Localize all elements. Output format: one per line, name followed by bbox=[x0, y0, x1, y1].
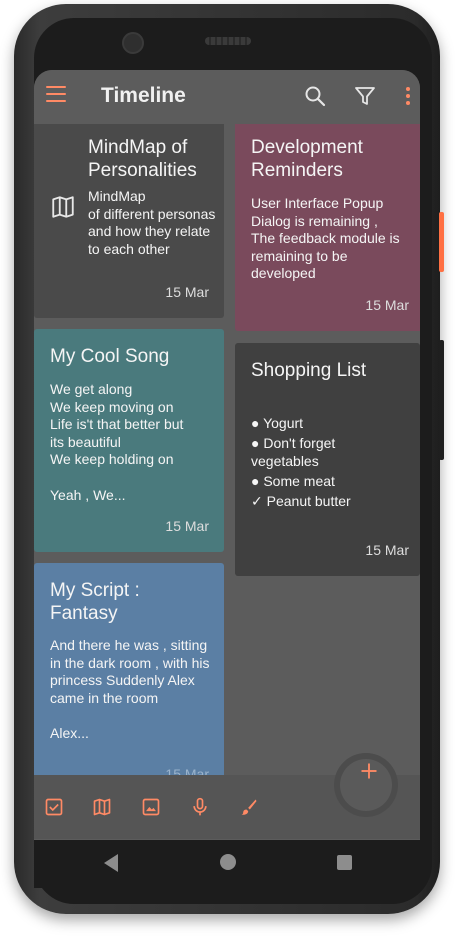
app-bar: Timeline bbox=[34, 70, 420, 124]
more-vert-icon[interactable] bbox=[396, 84, 420, 108]
checklist: ● Yogurt ● Don't forget vegetables ● Som… bbox=[251, 414, 391, 510]
app-screen: Timeline MindMap of Personalities MindMa… bbox=[34, 70, 420, 840]
power-button bbox=[439, 212, 444, 272]
checklist-item[interactable]: ● Yogurt bbox=[251, 414, 391, 432]
page-title: Timeline bbox=[101, 84, 186, 107]
add-icon[interactable] bbox=[359, 761, 379, 781]
map-icon bbox=[52, 196, 74, 218]
microphone-icon[interactable] bbox=[190, 797, 210, 817]
filter-icon[interactable] bbox=[353, 84, 377, 108]
image-icon[interactable] bbox=[141, 797, 161, 817]
brush-icon[interactable] bbox=[239, 797, 259, 817]
volume-button bbox=[439, 340, 444, 460]
note-date: 15 Mar bbox=[365, 542, 409, 558]
note-title: My Cool Song bbox=[50, 346, 170, 367]
note-date: 15 Mar bbox=[165, 518, 209, 534]
note-card-script[interactable]: My Script : Fantasy And there he was , s… bbox=[34, 563, 224, 782]
note-title: Development Reminders bbox=[251, 137, 363, 181]
note-card-shopping[interactable]: Shopping List ● Yogurt ● Don't forget ve… bbox=[235, 343, 420, 576]
note-title: MindMap of Personalities bbox=[88, 137, 197, 181]
note-body: MindMap of different personas and how th… bbox=[88, 188, 216, 257]
front-camera bbox=[122, 32, 144, 54]
note-card-development[interactable]: Development Reminders User Interface Pop… bbox=[235, 124, 420, 331]
back-icon[interactable] bbox=[104, 854, 118, 872]
search-icon[interactable] bbox=[303, 84, 327, 108]
note-title: My Script : Fantasy bbox=[50, 580, 140, 624]
note-body: And there he was , sitting in the dark r… bbox=[50, 637, 210, 741]
system-nav-bar bbox=[34, 840, 420, 888]
note-title: Shopping List bbox=[251, 360, 367, 381]
home-icon[interactable] bbox=[220, 854, 236, 870]
checkbox-icon[interactable] bbox=[44, 797, 64, 817]
note-card-song[interactable]: My Cool Song We get along We keep moving… bbox=[34, 329, 224, 552]
earpiece-speaker bbox=[205, 37, 251, 45]
recents-icon[interactable] bbox=[337, 855, 352, 870]
checklist-item[interactable]: ● Some meat bbox=[251, 472, 391, 490]
hamburger-menu-icon[interactable] bbox=[46, 86, 66, 102]
note-body: We get along We keep moving on Life is't… bbox=[50, 381, 184, 503]
checklist-item[interactable]: ● Don't forget vegetables bbox=[251, 434, 391, 470]
note-date: 15 Mar bbox=[365, 297, 409, 313]
note-date: 15 Mar bbox=[165, 284, 209, 300]
checklist-item-checked[interactable]: ✓ Peanut butter bbox=[251, 492, 391, 510]
note-card-mindmap[interactable]: MindMap of Personalities MindMap of diff… bbox=[34, 124, 224, 318]
note-body: User Interface Popup Dialog is remaining… bbox=[251, 195, 400, 282]
map-icon[interactable] bbox=[92, 797, 112, 817]
